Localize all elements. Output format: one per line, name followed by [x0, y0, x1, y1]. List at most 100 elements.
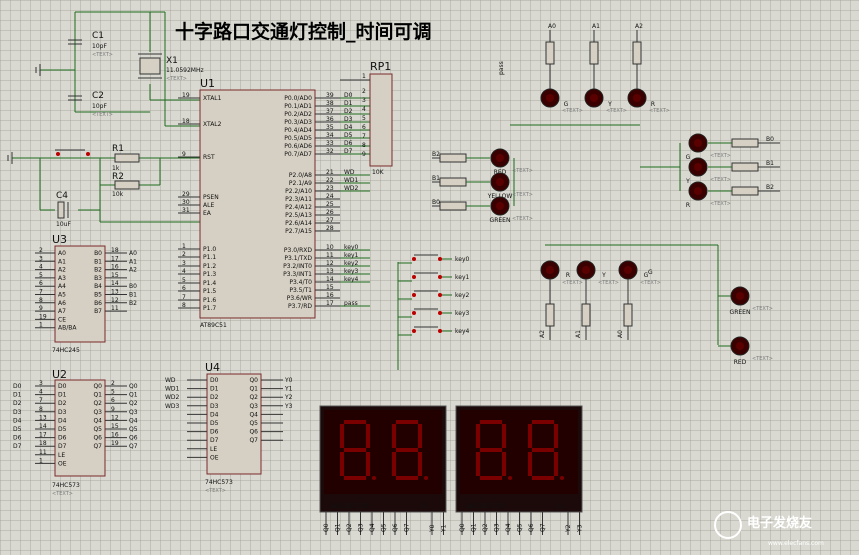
display-left-pin: Q6 — [392, 523, 399, 532]
u1-pin-num: 1 — [182, 243, 186, 250]
u3-pin-num: 4 — [39, 264, 43, 271]
u3-pin-num: 19 — [39, 313, 47, 320]
bottom-light-2-placeholder: <TEXT> — [640, 280, 661, 286]
u2-net: D2 — [13, 400, 22, 407]
c2-ref: C2 — [92, 91, 104, 101]
u2-net: D5 — [13, 426, 22, 433]
watermark-brand: 电子发烧友 — [747, 515, 812, 531]
u2-pin-num: 17 — [39, 432, 47, 439]
u1-part: AT89C51 — [200, 322, 227, 329]
u3-net: A1 — [129, 258, 137, 265]
u2-net: D6 — [13, 435, 22, 442]
right-net-b0: B0 — [766, 136, 774, 143]
x1-placeholder: <TEXT> — [166, 76, 187, 82]
u4-pin-d7: D7 — [210, 437, 219, 444]
u2-pin-num: 1 — [39, 457, 43, 464]
key-switches[interactable]: key0 key1 key2 key3 key4 — [397, 254, 470, 370]
u4-pin-q4: Q4 — [249, 411, 258, 418]
u1-pin-ea: EA — [203, 210, 212, 217]
u2-pin-num: 6 — [111, 397, 115, 404]
chip-u4[interactable]: U4 74HC573 <TEXT> D0 WD D1 WD1 D2 WD2 D3 WD3 D4 D… — [165, 361, 293, 494]
u3-pin-a0: A0 — [58, 250, 66, 257]
u1-pin-num: 9 — [182, 151, 186, 158]
key-label-key4[interactable]: key4 — [455, 328, 470, 335]
u3-pin-b3: B3 — [94, 275, 102, 282]
u2-pin-num: 14 — [39, 423, 47, 430]
u4-pin-d0: D0 — [210, 377, 219, 384]
bottom-right-light-0-placeholder: <TEXT> — [752, 306, 773, 312]
u1-pin-xtal1: XTAL1 — [203, 95, 222, 102]
u1-pin-num: 16 — [326, 292, 334, 299]
u1-pin-right: P2.4/A12 — [285, 204, 312, 211]
u1-pin-p1.5: P1.5 — [203, 288, 216, 295]
chip-u2[interactable]: U2 74HC573 <TEXT> D03D0D14D1D27D2D38D3D4… — [13, 368, 138, 497]
x1-value: 11.0592MHz — [166, 67, 204, 74]
resistor-r2[interactable]: R2 10k — [112, 172, 140, 198]
u1-pin-psen: PSEN — [203, 194, 219, 201]
u1-pin-num: 26 — [326, 209, 334, 216]
u1-pin-rst: RST — [203, 154, 215, 161]
u4-pin-q7: Q7 — [249, 437, 258, 444]
u1-pin-right: P0.4/AD4 — [284, 127, 312, 134]
u3-pin-a4: A4 — [58, 283, 66, 290]
u1-pin-num: 30 — [182, 199, 190, 206]
top-light-2-label: R — [651, 101, 655, 108]
reset-switch[interactable] — [55, 149, 90, 156]
u1-pin-p1.2: P1.2 — [203, 263, 216, 270]
key-label-key0[interactable]: key0 — [455, 256, 470, 263]
right-net-b2: B2 — [766, 184, 774, 191]
display-left-pin: Q4 — [369, 523, 376, 532]
display-right-pin: Q5 — [517, 523, 524, 532]
u1-pin-right: P0.2/AD2 — [284, 111, 312, 118]
u2-pin-num: 8 — [39, 406, 43, 413]
u4-pin-q0: Q0 — [249, 377, 258, 384]
u2-pin-num: 7 — [39, 397, 43, 404]
u1-pin-p1.4: P1.4 — [203, 280, 216, 287]
u1-pin-num: 28 — [326, 225, 334, 232]
u1-ref: U1 — [200, 77, 215, 90]
u2-pin-d7: D7 — [58, 443, 67, 450]
u3-pin-num: 5 — [39, 272, 43, 279]
u2-net: D7 — [13, 443, 22, 450]
u2-pin-d2: D2 — [58, 400, 67, 407]
resistor-r1[interactable]: R1 1k — [112, 144, 140, 172]
schematic-svg[interactable]: 十字路口交通灯控制_时间可调 C1 10pF <TEXT> C2 10pF <T… — [0, 0, 859, 555]
rp1-pin-num: 6 — [362, 124, 366, 131]
u1-pin-num: 14 — [326, 276, 334, 283]
bottom-g-label: G — [648, 269, 653, 276]
crystal-x1[interactable]: X1 11.0592MHz <TEXT> — [138, 53, 204, 82]
chip-u3[interactable]: U3 74HC245 A0 2 A1 3 A2 4 A3 5 A4 6 A5 7 A6 8 A7 9 CE 19 A… — [35, 233, 137, 354]
u1-pin-p1.3: P1.3 — [203, 271, 216, 278]
left-net-b1: B1 — [432, 175, 440, 182]
u1-net-d7: D7 — [344, 148, 353, 155]
u1-pin-right: P2.2/A10 — [285, 188, 312, 195]
u2-pin-d5: D5 — [58, 426, 67, 433]
u1-net-wd: WD — [344, 169, 355, 176]
key-label-key3[interactable]: key3 — [455, 310, 470, 317]
key-label-key2[interactable]: key2 — [455, 292, 470, 299]
u3-pin-num: 12 — [111, 297, 119, 304]
capacitor-c4[interactable]: C4 10uF — [56, 191, 71, 228]
u1-pin-num: 12 — [326, 260, 334, 267]
u3-pin-num: 15 — [111, 272, 119, 279]
u1-pin-num: 11 — [326, 252, 334, 259]
u2-pin-num: 5 — [111, 389, 115, 396]
u2-pin-d0: D0 — [58, 383, 67, 390]
u3-pin-b7: B7 — [94, 308, 102, 315]
u3-pin-num: 8 — [39, 297, 43, 304]
key-label-key1[interactable]: key1 — [455, 274, 470, 281]
u1-pin-num: 29 — [182, 191, 190, 198]
u3-pin-a3: A3 — [58, 275, 66, 282]
schematic-canvas[interactable]: 十字路口交通灯控制_时间可调 C1 10pF <TEXT> C2 10pF <T… — [0, 0, 859, 555]
u2-pin-oe: OE — [58, 460, 67, 467]
u1-net-d6: D6 — [344, 140, 353, 147]
traffic-lights: A0G<TEXT>A1Y<TEXT>A2R<TEXT>B2RED<TEXT>B1… — [432, 23, 780, 366]
display-right-segments-label: ABCDEFG DP — [466, 503, 505, 510]
u2-net: Q0 — [129, 383, 138, 390]
u3-pin-num: 14 — [111, 280, 119, 287]
u1-pin-right: P2.6/A14 — [285, 220, 312, 227]
c1-ref: C1 — [92, 31, 104, 41]
u1-pin-num: 17 — [326, 300, 334, 307]
top-light-1-label: Y — [607, 101, 612, 108]
chip-u1[interactable]: U1 AT89C51 XTAL119XTAL218RST9PSEN29ALE30… — [178, 77, 370, 329]
